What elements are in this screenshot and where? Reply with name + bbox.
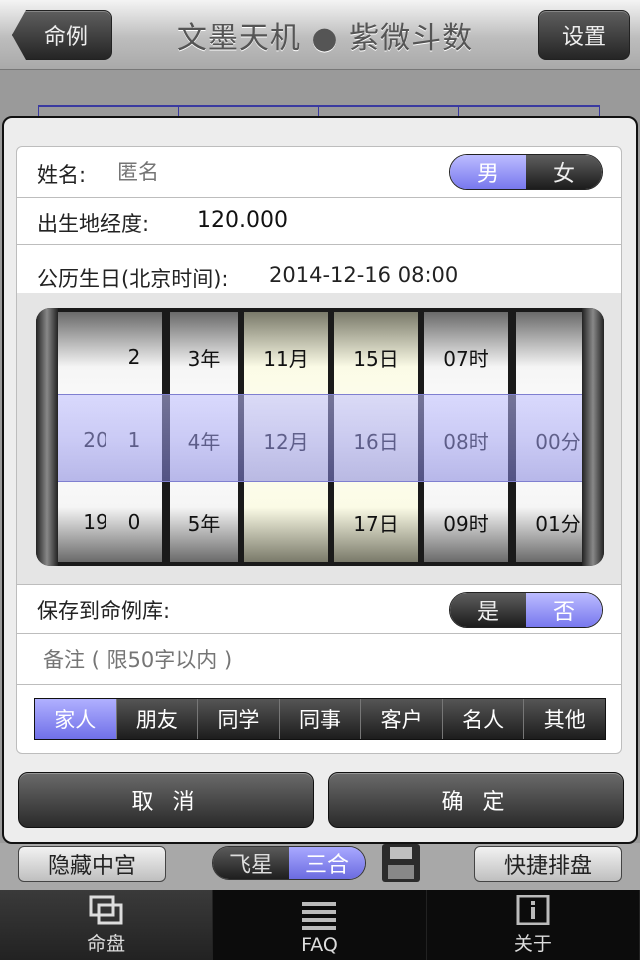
picker-cell: 16日 [353,429,399,454]
picker-cell: 17日 [353,511,399,536]
note-input[interactable] [43,642,583,678]
birthday-row: 公历生日(北京时间): 2014-12-16 08:00 [16,244,622,294]
name-row: 姓名: 男 女 [16,146,622,198]
tab-faq[interactable]: FAQ [213,890,427,960]
longitude-row: 出生地经度: 120.000 [16,197,622,245]
picker-cell: 11月 [263,346,309,371]
save-label: 保存到命例库: [37,599,171,623]
tag-friend[interactable]: 朋友 [116,699,199,739]
picker-cell: 2 [127,345,141,369]
picker-cell: 15日 [353,346,399,371]
tag-classmate[interactable]: 同学 [198,699,280,739]
longitude-value[interactable]: 120.000 [197,208,288,233]
tag-client[interactable]: 客户 [361,699,443,739]
star-mode-segment: 飞星 三合 [212,846,366,880]
tab-label: FAQ [301,934,338,956]
birthday-label: 公历生日(北京时间): [37,267,229,291]
tag-colleague[interactable]: 同事 [279,699,362,739]
picker-right-edge [582,308,604,566]
flying-star-option[interactable]: 飞星 [213,847,289,879]
save-no-option[interactable]: 否 [526,593,602,627]
datetime-picker[interactable]: 20 19 2 1 0 3年 4年 5年 11月 12月 15日 16日 17日… [36,308,604,566]
picker-cell [244,482,328,562]
picker-left-edge [36,308,58,566]
picker-cell: 09时 [443,511,489,536]
top-navbar: 命例 文墨天机 ● 紫微斗数 设置 [0,0,640,70]
confirm-button[interactable]: 确 定 [328,772,624,828]
birthday-value: 2014-12-16 08:00 [269,263,459,287]
info-icon [516,894,550,926]
hide-center-palace-button[interactable]: 隐藏中宫 [18,846,166,882]
picker-cell: 3年 [187,346,221,371]
save-yes-option[interactable]: 是 [450,593,526,627]
tab-chart[interactable]: 命盘 [0,890,214,960]
picker-wheel-month[interactable]: 11月 12月 [244,312,328,562]
picker-wheel-decade[interactable]: 2 1 0 [106,312,162,562]
picker-wheel-hour[interactable]: 07时 08时 09时 [424,312,508,562]
longitude-label: 出生地经度: [37,212,150,236]
picker-cell: 12月 [263,429,309,454]
back-button[interactable]: 命例 [12,10,112,60]
picker-cell: 08时 [443,429,489,454]
name-label: 姓名: [37,163,87,187]
picker-cell: 4年 [187,429,221,454]
picker-cell: 07时 [443,346,489,371]
picker-wheel-year[interactable]: 3年 4年 5年 [170,312,238,562]
picker-cell: 5年 [187,511,221,536]
gender-male-option[interactable]: 男 [450,155,526,189]
picker-cell: 0 [127,510,141,534]
save-row: 保存到命例库: 是 否 [16,584,622,634]
tag-family[interactable]: 家人 [35,699,117,739]
tab-label: 命盘 [87,933,126,955]
picker-cell: 1 [127,428,141,452]
tag-other[interactable]: 其他 [524,699,606,739]
list-icon [302,900,337,930]
tab-about[interactable]: 关于 [427,890,640,960]
gender-toggle: 男 女 [449,154,603,190]
quick-chart-button[interactable]: 快捷排盘 [474,846,622,882]
picker-wheel-day[interactable]: 15日 16日 17日 [334,312,418,562]
floppy-disk-icon[interactable] [382,844,420,882]
settings-button[interactable]: 设置 [538,10,630,60]
gender-female-option[interactable]: 女 [526,155,602,189]
tab-bar: 命盘 FAQ 关于 [0,890,640,960]
san-he-option[interactable]: 三合 [289,847,365,879]
save-toggle: 是 否 [449,592,603,628]
name-input[interactable] [117,155,417,189]
page-title: 文墨天机 ● 紫微斗数 [176,21,474,56]
tag-celebrity[interactable]: 名人 [442,699,525,739]
note-row [16,633,622,685]
cancel-button[interactable]: 取 消 [18,772,314,828]
category-tags: 家人 朋友 同学 同事 客户 名人 其他 [34,698,606,740]
tab-label: 关于 [513,933,552,955]
chart-icon [89,895,123,925]
